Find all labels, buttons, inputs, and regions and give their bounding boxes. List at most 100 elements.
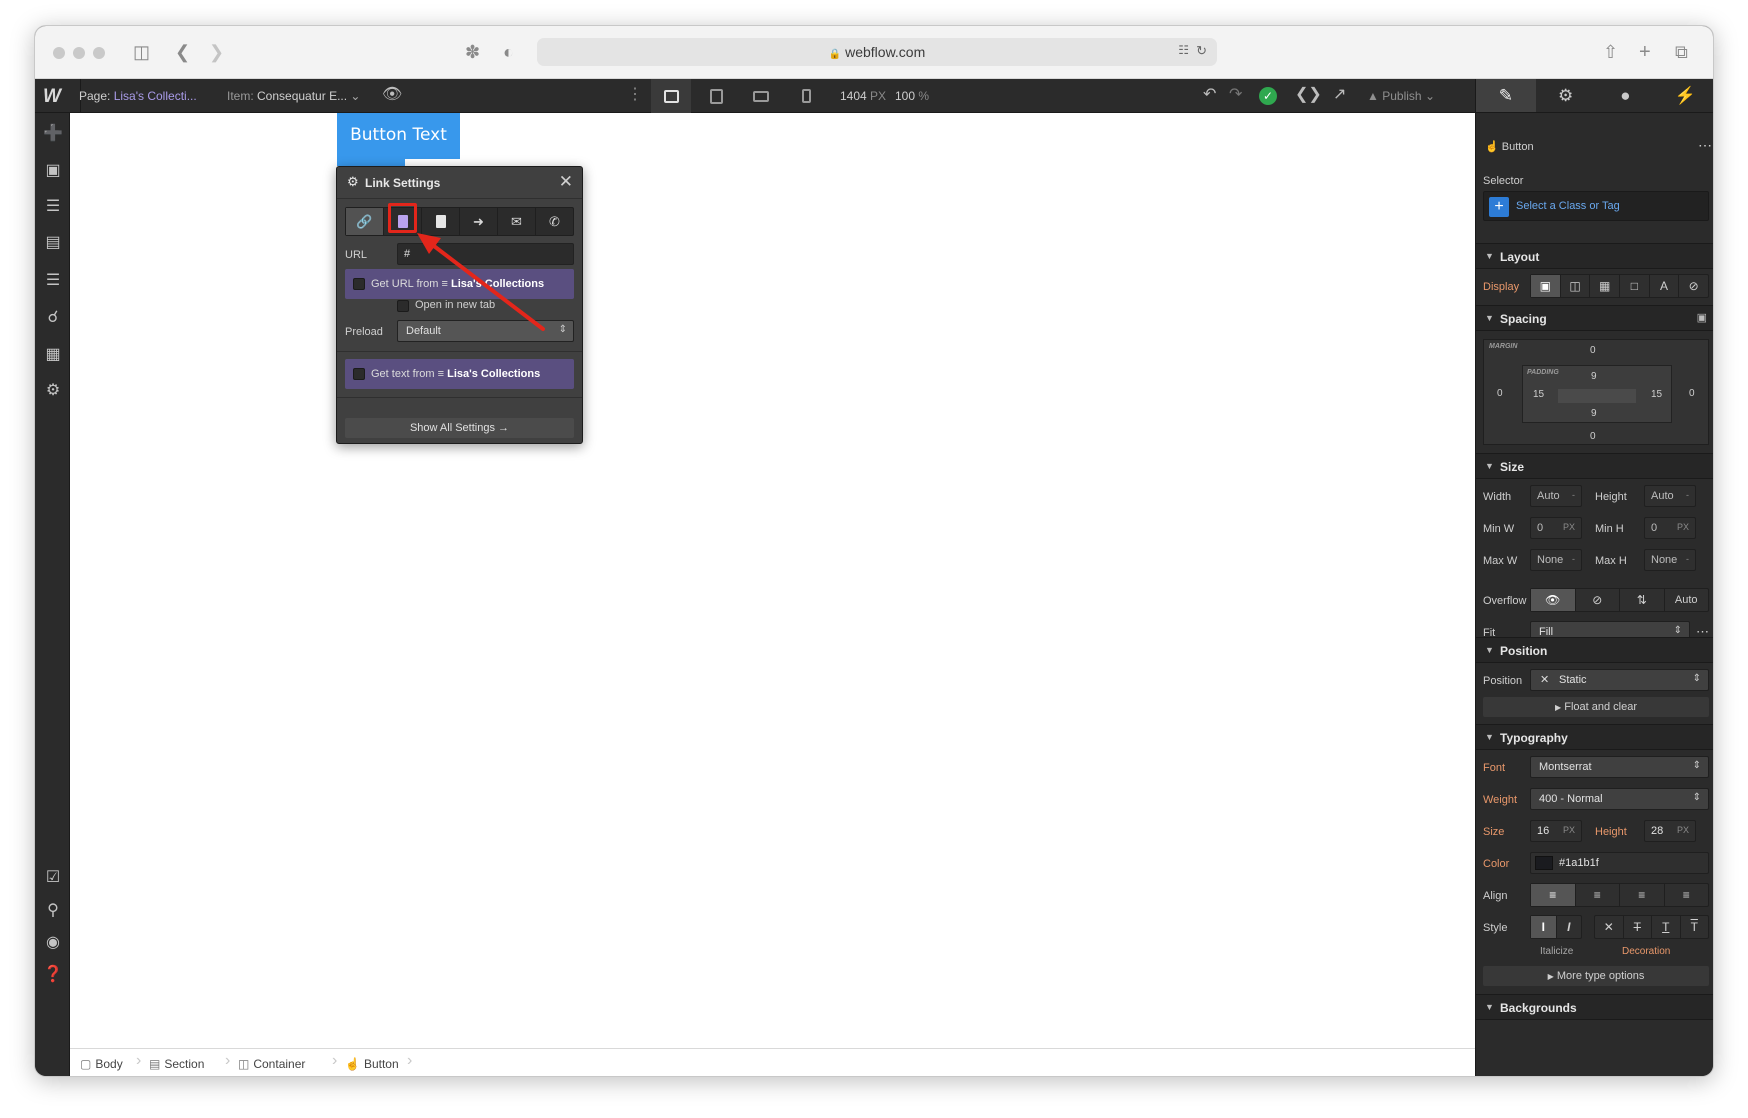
get-text-from-cms[interactable]: Get text from ≡ Lisa's Collections: [345, 359, 574, 389]
forward-icon[interactable]: ❯: [209, 40, 224, 64]
back-icon[interactable]: ❮: [175, 40, 190, 64]
assets-icon[interactable]: ▦: [43, 345, 63, 365]
max-width-input[interactable]: None -: [1530, 549, 1582, 571]
more-options-icon[interactable]: ⋯: [1698, 137, 1712, 154]
pages-icon[interactable]: ▤: [43, 233, 63, 253]
typography-section-header[interactable]: ▼ Typography: [1476, 724, 1713, 750]
tab-interactions[interactable]: ⚡: [1655, 79, 1713, 112]
margin-bottom[interactable]: 0: [1590, 431, 1596, 442]
size-section-header[interactable]: ▼ Size: [1476, 453, 1713, 479]
display-block-icon[interactable]: ▣: [1531, 275, 1561, 297]
share-icon[interactable]: ⇧: [1603, 40, 1618, 64]
element-label-tab[interactable]: [337, 159, 405, 166]
display-inline-icon[interactable]: A: [1650, 275, 1680, 297]
tab-page-section[interactable]: ➜: [460, 208, 498, 235]
video-tutorials-icon[interactable]: ◉: [43, 933, 63, 953]
get-url-checkbox[interactable]: [353, 278, 365, 290]
canvas-zoom[interactable]: 100 %: [895, 89, 929, 103]
sidebar-icon[interactable]: ◫: [133, 40, 150, 64]
line-height-input[interactable]: 28 PX: [1644, 820, 1696, 842]
breadcrumb-container[interactable]: ◫ Container: [238, 1057, 305, 1071]
align-left-icon[interactable]: ≡: [1531, 884, 1576, 906]
italic-icon[interactable]: I: [1557, 916, 1582, 938]
color-input[interactable]: #1a1b1f: [1530, 852, 1709, 874]
display-none-icon[interactable]: ⊘: [1679, 275, 1708, 297]
export-icon[interactable]: ↗: [1333, 85, 1346, 105]
display-grid-icon[interactable]: ▦: [1590, 275, 1621, 297]
tab-settings[interactable]: ⚙: [1536, 79, 1596, 112]
underline-icon[interactable]: T: [1652, 916, 1681, 938]
font-size-input[interactable]: 16 PX: [1530, 820, 1582, 842]
settings-icon[interactable]: ⚙: [43, 381, 63, 401]
align-justify-icon[interactable]: ≡: [1665, 884, 1709, 906]
zoom-window-button[interactable]: [93, 47, 105, 59]
show-all-settings-button[interactable]: Show All Settings →: [345, 418, 574, 438]
tab-style-manager[interactable]: ●: [1596, 79, 1656, 112]
tab-email[interactable]: ✉: [498, 208, 536, 235]
min-height-input[interactable]: 0 PX: [1644, 517, 1696, 539]
desktop-base-breakpoint[interactable]: [651, 79, 691, 113]
no-decoration-icon[interactable]: ✕: [1595, 916, 1624, 938]
font-select[interactable]: Montserrat ⇕: [1530, 756, 1709, 778]
breadcrumb-body[interactable]: ▢ Body: [80, 1057, 123, 1071]
item-selector[interactable]: Item: Consequatur E... ⌄: [227, 89, 360, 103]
get-text-checkbox[interactable]: [353, 368, 365, 380]
search-icon[interactable]: ⚲: [43, 901, 63, 921]
color-swatch[interactable]: [1535, 856, 1553, 870]
canvas-button-element[interactable]: Button Text: [337, 113, 460, 159]
preview-eye-icon[interactable]: 👁: [382, 85, 402, 105]
close-window-button[interactable]: [53, 47, 65, 59]
width-input[interactable]: Auto -: [1530, 485, 1582, 507]
preload-select[interactable]: Default ⇕: [397, 320, 574, 342]
more-breakpoints-icon[interactable]: ⋮: [627, 85, 643, 105]
layout-section-header[interactable]: ▼ Layout: [1476, 243, 1713, 269]
display-flex-icon[interactable]: ◫: [1561, 275, 1591, 297]
undo-icon[interactable]: ↶: [1203, 85, 1216, 105]
get-url-from-cms[interactable]: Get URL from ≡ Lisa's Collections: [345, 269, 574, 299]
align-right-icon[interactable]: ≡: [1620, 884, 1665, 906]
shield-icon[interactable]: ◐: [503, 40, 514, 64]
padding-left[interactable]: 15: [1533, 389, 1544, 400]
new-tab-icon[interactable]: +: [1639, 40, 1651, 64]
backgrounds-section-header[interactable]: ▼ Backgrounds: [1476, 994, 1713, 1020]
overflow-scroll-icon[interactable]: ⇅: [1620, 589, 1665, 611]
margin-left[interactable]: 0: [1497, 388, 1503, 399]
align-center-icon[interactable]: ≡: [1576, 884, 1620, 906]
overflow-visible-icon[interactable]: 👁: [1531, 589, 1576, 611]
strikethrough-icon[interactable]: T: [1624, 916, 1652, 938]
publish-button[interactable]: ▲ Publish ⌄: [1367, 89, 1435, 103]
help-icon[interactable]: ❓: [43, 965, 63, 985]
padding-top[interactable]: 9: [1591, 371, 1597, 382]
height-input[interactable]: Auto -: [1644, 485, 1696, 507]
breadcrumb-section[interactable]: ▤ Section: [149, 1057, 204, 1071]
tab-style[interactable]: ✎: [1476, 79, 1536, 112]
minimize-window-button[interactable]: [73, 47, 85, 59]
float-and-clear-toggle[interactable]: ▶ Float and clear: [1483, 697, 1709, 717]
min-width-input[interactable]: 0 PX: [1530, 517, 1582, 539]
cms-icon[interactable]: ☰: [43, 271, 63, 291]
padding-bottom[interactable]: 9: [1591, 408, 1597, 419]
audit-icon[interactable]: ☑: [43, 868, 63, 888]
tab-phone[interactable]: ✆: [536, 208, 573, 235]
tablet-breakpoint[interactable]: [696, 79, 736, 113]
page-selector[interactable]: Page: Lisa's Collecti...: [79, 89, 197, 103]
open-new-tab-checkbox[interactable]: [397, 300, 409, 312]
selector-field[interactable]: + Select a Class or Tag: [1483, 191, 1709, 221]
tab-collection-page[interactable]: [422, 208, 460, 235]
ecommerce-icon[interactable]: ☌: [43, 308, 63, 328]
margin-top[interactable]: 0: [1590, 345, 1596, 356]
margin-right[interactable]: 0: [1689, 388, 1695, 399]
code-icon[interactable]: ❮❯: [1295, 85, 1322, 105]
symbols-icon[interactable]: ▣: [43, 161, 63, 181]
tab-overview-icon[interactable]: ⧉: [1675, 40, 1688, 64]
regular-style-icon[interactable]: I: [1531, 916, 1557, 938]
navigator-icon[interactable]: ☰: [43, 197, 63, 217]
close-icon[interactable]: ✕: [559, 172, 573, 192]
check-status-icon[interactable]: ✓: [1259, 87, 1277, 105]
design-canvas[interactable]: Button Text ⚙ Link Settings ✕ 🔗 ➜ ✉ ✆ UR…: [70, 113, 1475, 1048]
max-height-input[interactable]: None -: [1644, 549, 1696, 571]
tab-url-link[interactable]: 🔗: [346, 208, 384, 235]
translate-icon[interactable]: ☷: [1178, 43, 1189, 57]
mobile-landscape-breakpoint[interactable]: [741, 79, 781, 113]
breadcrumb-button[interactable]: ☝ Button: [345, 1057, 399, 1071]
